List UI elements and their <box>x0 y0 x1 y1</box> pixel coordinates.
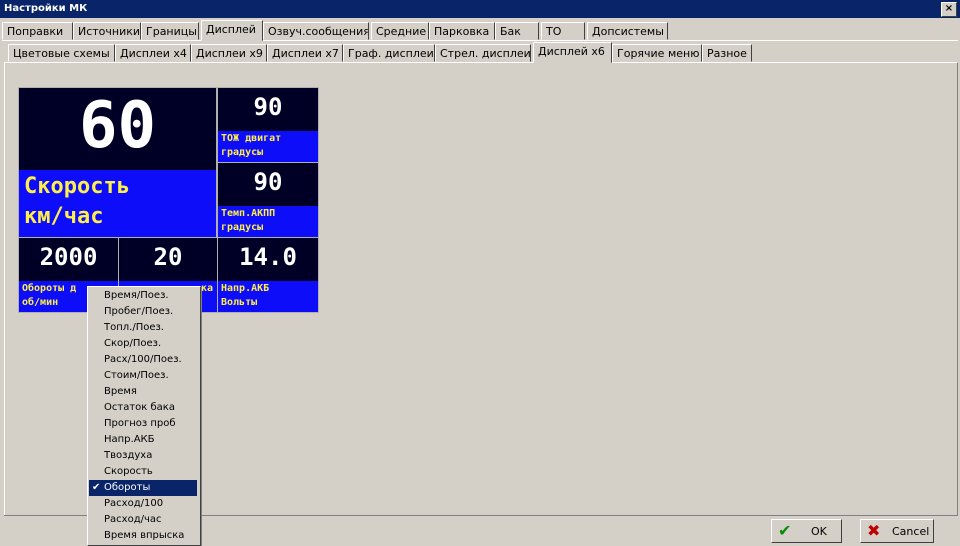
parameter-dropdown-menu: Время/Поез. Пробег/Поез. Топл./Поез. Ско… <box>87 286 201 546</box>
menu-item-fuel-remaining[interactable]: Остаток бака <box>89 400 197 416</box>
menu-item-label: Пробег/Поез. <box>104 306 174 317</box>
display-x6-preview: 60 Скорость км/час 90 ТОЖ двигат градусы… <box>18 87 319 313</box>
menu-item-label: Стоим/Поез. <box>104 370 169 381</box>
transmission-value: 90 <box>253 168 283 196</box>
menu-item-label: Расход/час <box>104 514 162 525</box>
tab-srednie[interactable]: Средние <box>371 22 429 40</box>
tab-popravki[interactable]: Поправки <box>2 22 73 40</box>
menu-item-range-forecast[interactable]: Прогноз проб <box>89 416 197 432</box>
cancel-button[interactable]: ✖ Cancel <box>860 519 934 543</box>
menu-item-time[interactable]: Время <box>89 384 197 400</box>
checkmark-icon: ✔ <box>92 482 101 493</box>
subtab-displays-x4[interactable]: Дисплеи х4 <box>115 44 191 62</box>
subtab-display-x6[interactable]: Дисплей х6 <box>533 42 612 63</box>
cancel-button-label: Cancel <box>892 525 930 538</box>
battery-label: Напр.АКБ Вольты <box>218 281 318 312</box>
tab-dopsistemy[interactable]: Допсистемы <box>587 22 668 40</box>
subtab-displays-x9[interactable]: Дисплеи х9 <box>191 44 267 62</box>
menu-item-speed[interactable]: Скорость <box>89 464 197 480</box>
close-button[interactable]: × <box>941 2 957 17</box>
menu-item-label: Твоздуха <box>104 450 153 461</box>
menu-item-label: Время <box>104 386 137 397</box>
subtab-hot-menus[interactable]: Горячие меню <box>612 44 702 62</box>
cross-icon: ✖ <box>867 521 881 540</box>
menu-item-trip-time[interactable]: Время/Поез. <box>89 288 197 304</box>
tab-to[interactable]: ТО <box>541 22 585 40</box>
menu-item-label: Расход/100 <box>104 498 164 509</box>
ok-button-label: OK <box>811 525 827 538</box>
window-title: Настройки МК <box>4 3 88 14</box>
title-bar: Настройки МК × <box>0 0 960 18</box>
menu-item-trip-cost[interactable]: Стоим/Поез. <box>89 368 197 384</box>
rpm-value: 2000 <box>39 243 98 271</box>
speed-value: 60 <box>78 89 157 163</box>
subtab-gauge-displays[interactable]: Стрел. дисплеи <box>435 44 531 62</box>
tab-displey[interactable]: Дисплей <box>201 20 263 41</box>
tab-ozvuch[interactable]: Озвуч.сообщения <box>263 22 369 40</box>
tab-granitsy[interactable]: Границы <box>141 22 199 40</box>
coolant-label: ТОЖ двигат градусы <box>218 131 318 162</box>
middle-value: 20 <box>153 243 183 271</box>
battery-value: 14.0 <box>239 243 297 271</box>
menu-item-trip-speed[interactable]: Скор/Поез. <box>89 336 197 352</box>
menu-item-label: Остаток бака <box>104 402 175 413</box>
subtab-graph-displays[interactable]: Граф. дисплеи <box>343 44 435 62</box>
menu-item-label: Расх/100/Поез. <box>104 354 182 365</box>
transmission-label: Темп.АКПП градусы <box>218 206 318 237</box>
menu-item-consumption-hour[interactable]: Расход/час <box>89 512 197 528</box>
subtab-color-schemes[interactable]: Цветовые схемы <box>8 44 115 62</box>
menu-item-battery-voltage[interactable]: Напр.АКБ <box>89 432 197 448</box>
transmission-cell[interactable]: 90 Темп.АКПП градусы <box>217 162 319 238</box>
menu-item-trip-consumption[interactable]: Расх/100/Поез. <box>89 352 197 368</box>
subtab-displays-x7[interactable]: Дисплеи х7 <box>267 44 343 62</box>
menu-item-label: Время впрыска <box>104 530 185 541</box>
subtab-misc[interactable]: Разное <box>702 44 752 62</box>
menu-item-label: Топл./Поез. <box>104 322 164 333</box>
tab-bak[interactable]: Бак <box>495 22 539 40</box>
menu-item-consumption-100[interactable]: Расход/100 <box>89 496 197 512</box>
speed-cell[interactable]: 60 Скорость км/час <box>18 87 217 238</box>
menu-item-label: Прогноз проб <box>104 418 176 429</box>
tab-istochniki[interactable]: Источники <box>73 22 141 40</box>
speed-label: Скорость км/час <box>19 170 216 237</box>
coolant-cell[interactable]: 90 ТОЖ двигат градусы <box>217 87 319 163</box>
menu-item-label: Скорость <box>104 466 153 477</box>
checkmark-icon: ✔ <box>778 521 792 540</box>
ok-button[interactable]: ✔ OK <box>771 519 842 543</box>
main-tab-divider <box>2 40 958 41</box>
menu-item-label: Время/Поез. <box>104 290 169 301</box>
menu-item-air-temp[interactable]: Твоздуха <box>89 448 197 464</box>
menu-item-label: Обороты <box>104 482 151 493</box>
menu-item-label: Скор/Поез. <box>104 338 162 349</box>
coolant-value: 90 <box>253 93 283 121</box>
battery-cell[interactable]: 14.0 Напр.АКБ Вольты <box>217 237 319 313</box>
menu-item-label: Напр.АКБ <box>104 434 155 445</box>
menu-item-injection-time[interactable]: Время впрыска <box>89 528 197 544</box>
menu-item-rpm[interactable]: ✔ Обороты <box>89 480 197 496</box>
menu-item-trip-fuel[interactable]: Топл./Поез. <box>89 320 197 336</box>
menu-item-trip-mileage[interactable]: Пробег/Поез. <box>89 304 197 320</box>
tab-parkovka[interactable]: Парковка <box>429 22 495 40</box>
